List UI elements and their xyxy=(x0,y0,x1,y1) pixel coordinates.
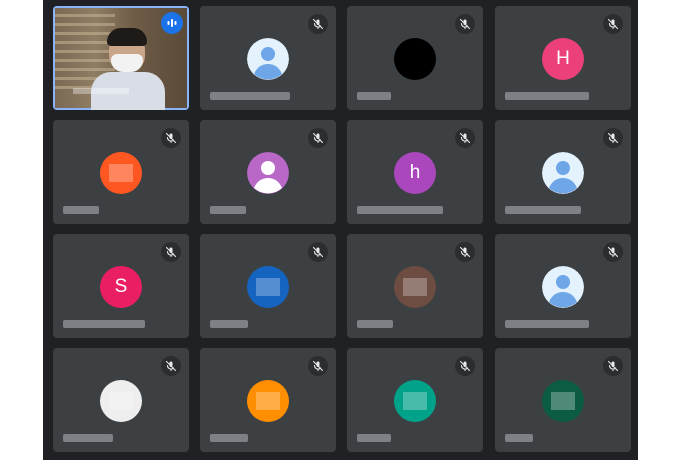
mic-off-icon xyxy=(455,356,475,376)
window-blind-slat xyxy=(55,23,115,26)
mic-off-icon xyxy=(161,242,181,262)
mic-off-icon xyxy=(455,242,475,262)
avatar: S xyxy=(100,266,142,308)
person-icon xyxy=(542,266,584,308)
mic-off-icon xyxy=(603,14,623,34)
participant-tile[interactable] xyxy=(200,234,336,338)
person-icon xyxy=(247,152,289,194)
avatar xyxy=(100,380,142,422)
participant-name-blurred xyxy=(505,92,589,100)
participant-name-blurred xyxy=(505,434,533,442)
mic-off-icon xyxy=(308,356,328,376)
avatar xyxy=(100,152,142,194)
participant-tile[interactable]: h xyxy=(347,120,483,224)
blurred-photo xyxy=(403,392,427,410)
blurred-photo xyxy=(551,392,575,410)
participant-name-blurred xyxy=(210,434,248,442)
participant-name-blurred xyxy=(357,434,391,442)
participant-grid: Hh S xyxy=(43,0,638,460)
participant-tile[interactable] xyxy=(495,348,631,452)
window-blind-slat xyxy=(55,59,115,62)
mic-off-icon xyxy=(308,242,328,262)
person-mask xyxy=(111,54,143,72)
participant-tile[interactable]: H xyxy=(495,6,631,110)
participant-name-blurred xyxy=(505,206,581,214)
participant-tile[interactable] xyxy=(53,6,189,110)
avatar xyxy=(542,380,584,422)
participant-name-blurred xyxy=(210,206,246,214)
audio-levels-icon xyxy=(161,12,183,34)
mic-off-icon xyxy=(161,128,181,148)
avatar: H xyxy=(542,38,584,80)
participant-tile[interactable] xyxy=(347,6,483,110)
avatar xyxy=(247,266,289,308)
participant-tile[interactable] xyxy=(53,120,189,224)
avatar xyxy=(394,38,436,80)
window-blind-slat xyxy=(55,32,115,35)
blurred-photo xyxy=(109,392,133,410)
window-blind-slat xyxy=(55,68,115,71)
participant-tile[interactable] xyxy=(495,234,631,338)
blurred-photo xyxy=(256,392,280,410)
mic-off-icon xyxy=(603,356,623,376)
participant-tile[interactable] xyxy=(200,348,336,452)
participant-name-blurred xyxy=(63,434,113,442)
participant-tile[interactable] xyxy=(347,348,483,452)
participant-name-blurred xyxy=(63,206,99,214)
participant-tile[interactable]: S xyxy=(53,234,189,338)
avatar-initial: H xyxy=(556,48,570,69)
participant-name-blurred xyxy=(357,92,391,100)
avatar-initial: h xyxy=(409,162,421,183)
participant-name-blurred xyxy=(210,92,290,100)
mic-off-icon xyxy=(308,128,328,148)
person-icon xyxy=(247,38,289,80)
avatar xyxy=(394,380,436,422)
participant-tile[interactable] xyxy=(347,234,483,338)
participant-name-blurred xyxy=(63,320,145,328)
avatar xyxy=(247,38,289,80)
avatar xyxy=(394,266,436,308)
window-blind-slat xyxy=(55,14,115,17)
name-overlay-blurred xyxy=(73,88,129,94)
participant-name-blurred xyxy=(210,320,248,328)
avatar xyxy=(542,152,584,194)
mic-off-icon xyxy=(455,128,475,148)
window-blind-slat xyxy=(55,41,115,44)
avatar xyxy=(247,152,289,194)
mic-off-icon xyxy=(161,356,181,376)
participant-name-blurred xyxy=(357,320,393,328)
avatar: h xyxy=(394,152,436,194)
participant-tile[interactable] xyxy=(200,6,336,110)
participant-tile[interactable] xyxy=(200,120,336,224)
mic-off-icon xyxy=(455,14,475,34)
avatar-initial: S xyxy=(114,276,128,297)
avatar xyxy=(542,266,584,308)
participant-name-blurred xyxy=(357,206,443,214)
mic-off-icon xyxy=(603,128,623,148)
blurred-photo xyxy=(403,278,427,296)
mic-off-icon xyxy=(308,14,328,34)
blurred-photo xyxy=(256,278,280,296)
person-hair xyxy=(107,28,147,46)
participant-name-blurred xyxy=(505,320,589,328)
mic-off-icon xyxy=(603,242,623,262)
window-blind-slat xyxy=(55,50,115,53)
blurred-photo xyxy=(109,164,133,182)
participant-tile[interactable] xyxy=(53,348,189,452)
avatar xyxy=(247,380,289,422)
participant-tile[interactable] xyxy=(495,120,631,224)
person-icon xyxy=(542,152,584,194)
